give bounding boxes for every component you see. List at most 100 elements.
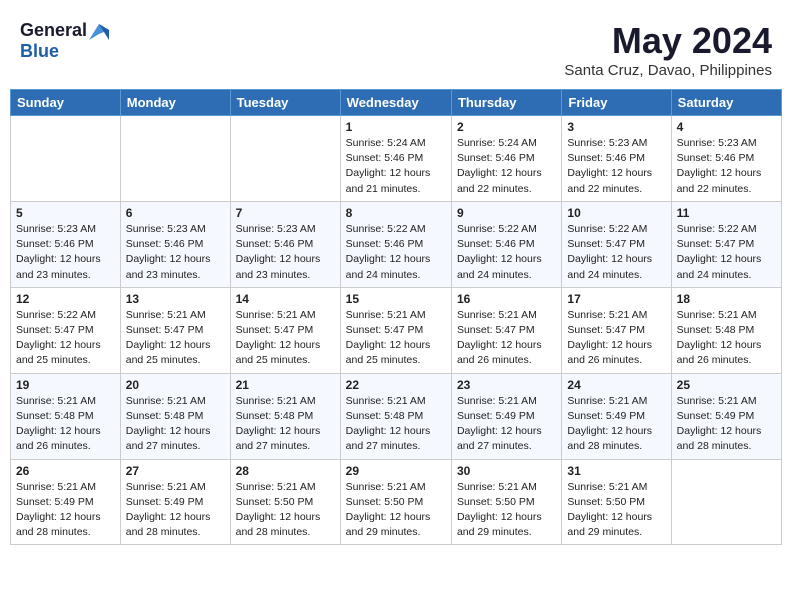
day-info: Sunrise: 5:22 AM Sunset: 5:47 PM Dayligh…: [16, 308, 115, 369]
calendar-cell: [120, 116, 230, 202]
day-info: Sunrise: 5:21 AM Sunset: 5:50 PM Dayligh…: [457, 480, 556, 541]
title-area: May 2024 Santa Cruz, Davao, Philippines: [564, 20, 772, 79]
calendar-week-row: 19 Sunrise: 5:21 AM Sunset: 5:48 PM Dayli…: [11, 373, 782, 459]
day-number: 11: [677, 206, 776, 220]
day-info: Sunrise: 5:21 AM Sunset: 5:49 PM Dayligh…: [16, 480, 115, 541]
logo-blue-text: Blue: [20, 41, 59, 61]
weekday-header: Sunday: [11, 90, 121, 116]
day-info: Sunrise: 5:23 AM Sunset: 5:46 PM Dayligh…: [677, 136, 776, 197]
calendar-cell: 2 Sunrise: 5:24 AM Sunset: 5:46 PM Daylig…: [451, 116, 561, 202]
day-number: 19: [16, 378, 115, 392]
calendar-cell: 6 Sunrise: 5:23 AM Sunset: 5:46 PM Daylig…: [120, 201, 230, 287]
day-info: Sunrise: 5:22 AM Sunset: 5:47 PM Dayligh…: [677, 222, 776, 283]
weekday-header: Saturday: [671, 90, 781, 116]
calendar-cell: 28 Sunrise: 5:21 AM Sunset: 5:50 PM Dayli…: [230, 459, 340, 545]
day-info: Sunrise: 5:23 AM Sunset: 5:46 PM Dayligh…: [236, 222, 335, 283]
day-info: Sunrise: 5:22 AM Sunset: 5:46 PM Dayligh…: [346, 222, 446, 283]
day-info: Sunrise: 5:21 AM Sunset: 5:49 PM Dayligh…: [126, 480, 225, 541]
day-info: Sunrise: 5:23 AM Sunset: 5:46 PM Dayligh…: [567, 136, 665, 197]
calendar-cell: 25 Sunrise: 5:21 AM Sunset: 5:49 PM Dayli…: [671, 373, 781, 459]
weekday-header-row: SundayMondayTuesdayWednesdayThursdayFrid…: [11, 90, 782, 116]
day-info: Sunrise: 5:21 AM Sunset: 5:48 PM Dayligh…: [236, 394, 335, 455]
day-info: Sunrise: 5:21 AM Sunset: 5:47 PM Dayligh…: [567, 308, 665, 369]
day-info: Sunrise: 5:21 AM Sunset: 5:47 PM Dayligh…: [346, 308, 446, 369]
day-number: 16: [457, 292, 556, 306]
calendar-table: SundayMondayTuesdayWednesdayThursdayFrid…: [10, 89, 782, 545]
calendar-cell: 15 Sunrise: 5:21 AM Sunset: 5:47 PM Dayli…: [340, 287, 451, 373]
day-number: 29: [346, 464, 446, 478]
day-info: Sunrise: 5:21 AM Sunset: 5:50 PM Dayligh…: [236, 480, 335, 541]
weekday-header: Thursday: [451, 90, 561, 116]
calendar-cell: [230, 116, 340, 202]
day-info: Sunrise: 5:23 AM Sunset: 5:46 PM Dayligh…: [126, 222, 225, 283]
calendar-cell: 21Sunrise: 5:21 AM Sunset: 5:48 PM Dayli…: [230, 373, 340, 459]
calendar-cell: 29 Sunrise: 5:21 AM Sunset: 5:50 PM Dayli…: [340, 459, 451, 545]
calendar-week-row: 5 Sunrise: 5:23 AM Sunset: 5:46 PM Daylig…: [11, 201, 782, 287]
day-info: Sunrise: 5:21 AM Sunset: 5:48 PM Dayligh…: [16, 394, 115, 455]
calendar-cell: 26 Sunrise: 5:21 AM Sunset: 5:49 PM Dayli…: [11, 459, 121, 545]
calendar-cell: 7Sunrise: 5:23 AM Sunset: 5:46 PM Daylig…: [230, 201, 340, 287]
weekday-header: Tuesday: [230, 90, 340, 116]
day-number: 8: [346, 206, 446, 220]
day-number: 26: [16, 464, 115, 478]
day-number: 20: [126, 378, 225, 392]
logo-bird-icon: [89, 24, 109, 40]
day-number: 22: [346, 378, 446, 392]
calendar-cell: 22 Sunrise: 5:21 AM Sunset: 5:48 PM Dayli…: [340, 373, 451, 459]
day-info: Sunrise: 5:21 AM Sunset: 5:48 PM Dayligh…: [346, 394, 446, 455]
day-number: 14: [236, 292, 335, 306]
day-info: Sunrise: 5:21 AM Sunset: 5:50 PM Dayligh…: [346, 480, 446, 541]
day-number: 6: [126, 206, 225, 220]
day-info: Sunrise: 5:23 AM Sunset: 5:46 PM Dayligh…: [16, 222, 115, 283]
calendar-cell: 18Sunrise: 5:21 AM Sunset: 5:48 PM Dayli…: [671, 287, 781, 373]
day-info: Sunrise: 5:21 AM Sunset: 5:49 PM Dayligh…: [457, 394, 556, 455]
month-title: May 2024: [564, 20, 772, 62]
day-info: Sunrise: 5:22 AM Sunset: 5:47 PM Dayligh…: [567, 222, 665, 283]
calendar-week-row: 12Sunrise: 5:22 AM Sunset: 5:47 PM Dayli…: [11, 287, 782, 373]
day-number: 24: [567, 378, 665, 392]
day-number: 28: [236, 464, 335, 478]
day-number: 27: [126, 464, 225, 478]
calendar-cell: 27 Sunrise: 5:21 AM Sunset: 5:49 PM Dayli…: [120, 459, 230, 545]
day-info: Sunrise: 5:21 AM Sunset: 5:49 PM Dayligh…: [567, 394, 665, 455]
day-number: 31: [567, 464, 665, 478]
day-number: 17: [567, 292, 665, 306]
day-number: 3: [567, 120, 665, 134]
day-info: Sunrise: 5:24 AM Sunset: 5:46 PM Dayligh…: [457, 136, 556, 197]
day-info: Sunrise: 5:21 AM Sunset: 5:47 PM Dayligh…: [457, 308, 556, 369]
calendar-cell: 16 Sunrise: 5:21 AM Sunset: 5:47 PM Dayli…: [451, 287, 561, 373]
calendar-cell: 1Sunrise: 5:24 AM Sunset: 5:46 PM Daylig…: [340, 116, 451, 202]
logo-general-text: General: [20, 20, 87, 41]
day-info: Sunrise: 5:21 AM Sunset: 5:49 PM Dayligh…: [677, 394, 776, 455]
calendar-cell: 3 Sunrise: 5:23 AM Sunset: 5:46 PM Daylig…: [562, 116, 671, 202]
calendar-cell: 9Sunrise: 5:22 AM Sunset: 5:46 PM Daylig…: [451, 201, 561, 287]
day-number: 25: [677, 378, 776, 392]
day-number: 10: [567, 206, 665, 220]
page-header: General Blue May 2024 Santa Cruz, Davao,…: [10, 10, 782, 84]
calendar-cell: 10 Sunrise: 5:22 AM Sunset: 5:47 PM Dayli…: [562, 201, 671, 287]
day-info: Sunrise: 5:22 AM Sunset: 5:46 PM Dayligh…: [457, 222, 556, 283]
day-number: 4: [677, 120, 776, 134]
calendar-cell: 8 Sunrise: 5:22 AM Sunset: 5:46 PM Daylig…: [340, 201, 451, 287]
calendar-cell: 4 Sunrise: 5:23 AM Sunset: 5:46 PM Daylig…: [671, 116, 781, 202]
logo: General Blue: [20, 20, 109, 62]
day-info: Sunrise: 5:21 AM Sunset: 5:47 PM Dayligh…: [126, 308, 225, 369]
day-info: Sunrise: 5:21 AM Sunset: 5:47 PM Dayligh…: [236, 308, 335, 369]
weekday-header: Wednesday: [340, 90, 451, 116]
day-number: 2: [457, 120, 556, 134]
calendar-cell: 23Sunrise: 5:21 AM Sunset: 5:49 PM Dayli…: [451, 373, 561, 459]
weekday-header: Monday: [120, 90, 230, 116]
calendar-cell: 12Sunrise: 5:22 AM Sunset: 5:47 PM Dayli…: [11, 287, 121, 373]
calendar-cell: 5 Sunrise: 5:23 AM Sunset: 5:46 PM Daylig…: [11, 201, 121, 287]
calendar-cell: 14 Sunrise: 5:21 AM Sunset: 5:47 PM Dayli…: [230, 287, 340, 373]
calendar-cell: [11, 116, 121, 202]
day-number: 18: [677, 292, 776, 306]
calendar-cell: 17 Sunrise: 5:21 AM Sunset: 5:47 PM Dayli…: [562, 287, 671, 373]
day-info: Sunrise: 5:21 AM Sunset: 5:50 PM Dayligh…: [567, 480, 665, 541]
day-number: 15: [346, 292, 446, 306]
day-info: Sunrise: 5:24 AM Sunset: 5:46 PM Dayligh…: [346, 136, 446, 197]
day-info: Sunrise: 5:21 AM Sunset: 5:48 PM Dayligh…: [126, 394, 225, 455]
calendar-week-row: 1Sunrise: 5:24 AM Sunset: 5:46 PM Daylig…: [11, 116, 782, 202]
day-number: 30: [457, 464, 556, 478]
day-number: 5: [16, 206, 115, 220]
